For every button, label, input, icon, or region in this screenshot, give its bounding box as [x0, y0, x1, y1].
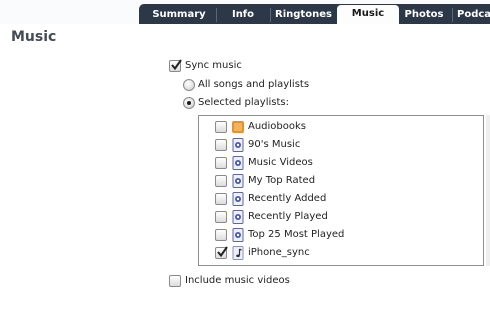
tab-info[interactable]: Info: [217, 6, 269, 24]
playlist-name: My Top Rated: [248, 175, 316, 186]
checkmark-icon: [217, 246, 228, 258]
tab-podcasts[interactable]: Podca: [457, 6, 490, 24]
smart-playlist-icon: [232, 210, 244, 224]
smart-playlist-icon: [232, 156, 244, 170]
playlist-name: Audiobooks: [248, 121, 307, 132]
smart-playlist-icon: [232, 192, 244, 206]
playlist-list[interactable]: Audiobooks 90's Music Music Videos My To…: [198, 115, 484, 266]
playlist-checkbox[interactable]: [215, 193, 227, 205]
playlist-name: Top 25 Most Played: [248, 229, 345, 240]
radio-dot: [187, 101, 191, 105]
tab-ringtones[interactable]: Ringtones: [271, 6, 336, 24]
include-videos-checkbox[interactable]: [169, 275, 181, 287]
playlist-checkbox[interactable]: [215, 175, 227, 187]
tab-music[interactable]: Music: [337, 5, 399, 24]
playlist-name: 90's Music: [248, 139, 301, 150]
selected-playlists-label: Selected playlists:: [198, 97, 289, 108]
include-videos-label: Include music videos: [185, 275, 290, 286]
playlist-checkbox[interactable]: [215, 229, 227, 241]
scrollbar[interactable]: [486, 115, 490, 266]
playlist-name: Recently Played: [248, 211, 328, 222]
checkmark-icon: [171, 59, 182, 71]
tab-photos[interactable]: Photos: [399, 6, 449, 24]
sync-music-checkbox[interactable]: [169, 59, 182, 72]
playlist-checkbox[interactable]: [215, 139, 227, 151]
playlist-checkbox[interactable]: [215, 246, 228, 259]
audiobooks-icon: [232, 121, 244, 133]
playlist-name: iPhone_sync: [248, 247, 310, 258]
smart-playlist-icon: [232, 138, 244, 152]
smart-playlist-icon: [232, 228, 244, 242]
all-songs-option[interactable]: All songs and playlists: [183, 78, 383, 92]
selected-playlists-option[interactable]: Selected playlists:: [183, 96, 383, 110]
sync-music-label: Sync music: [185, 60, 242, 71]
sync-music-option[interactable]: Sync music: [169, 59, 319, 73]
playlist-checkbox[interactable]: [215, 121, 227, 133]
playlist-checkbox[interactable]: [215, 211, 227, 223]
playlist-checkbox[interactable]: [215, 157, 227, 169]
all-songs-radio[interactable]: [183, 79, 195, 91]
selected-playlists-radio[interactable]: [183, 97, 195, 109]
playlist-name: Music Videos: [248, 157, 313, 168]
music-note-icon: [232, 246, 244, 260]
page-title: Music: [11, 29, 57, 45]
playlist-name: Recently Added: [248, 193, 327, 204]
tab-bar: Summary Info Ringtones Music Photos Podc…: [0, 0, 490, 24]
include-videos-option[interactable]: Include music videos: [169, 274, 329, 288]
smart-playlist-icon: [232, 174, 244, 188]
tab-divider: [452, 8, 453, 22]
all-songs-label: All songs and playlists: [198, 79, 310, 90]
tab-summary[interactable]: Summary: [143, 6, 215, 24]
